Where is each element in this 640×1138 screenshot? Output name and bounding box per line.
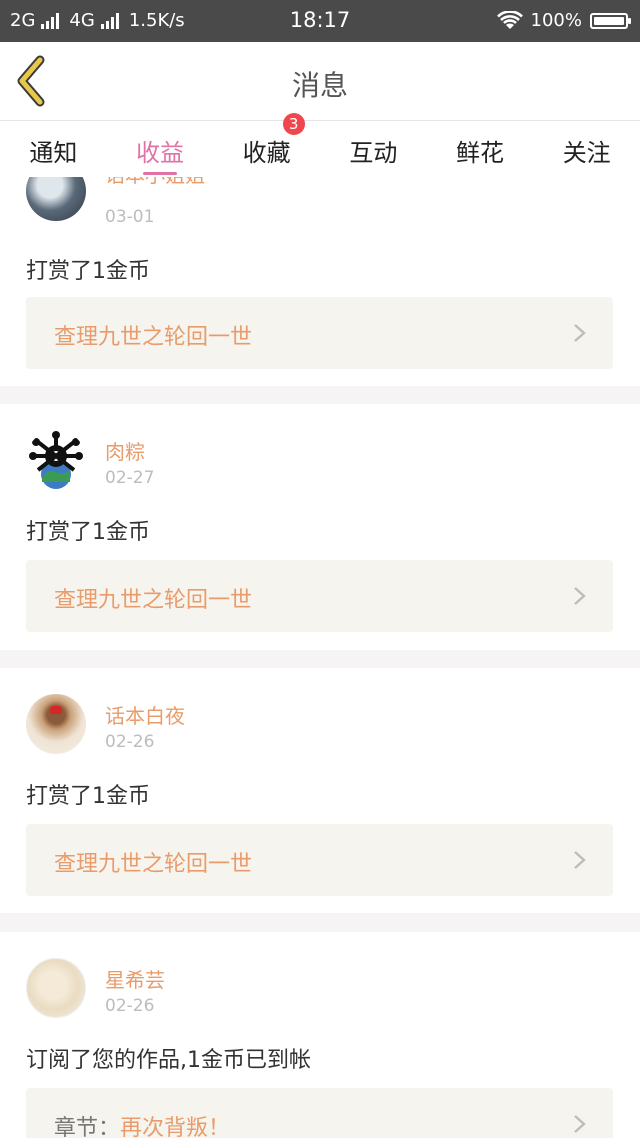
work-title: 查理九世之轮回一世 bbox=[54, 325, 253, 350]
work-link[interactable]: 查理九世之轮回一世 bbox=[26, 560, 613, 632]
battery-icon bbox=[590, 12, 631, 29]
list-item: 话本白夜 02-26 打赏了1金币 查理九世之轮回一世 bbox=[0, 668, 640, 913]
avatar[interactable] bbox=[26, 958, 86, 1018]
sender-name[interactable]: 话本小姐姐 bbox=[105, 177, 205, 188]
tab-label: 收益 bbox=[136, 139, 184, 167]
avatar-image bbox=[29, 431, 83, 489]
message-date: 03-01 bbox=[105, 207, 155, 227]
tab-label: 互动 bbox=[349, 139, 398, 167]
chapter-title: 再次背叛！ bbox=[120, 1116, 231, 1138]
avatar[interactable] bbox=[26, 430, 86, 490]
chevron-right-icon bbox=[574, 1115, 586, 1133]
chapter-info: 章节：再次背叛！ bbox=[54, 1110, 230, 1138]
message-text: 订阅了您的作品,1金币已到帐 bbox=[26, 1048, 311, 1073]
tab-favorites[interactable]: 收藏 3 bbox=[213, 113, 320, 177]
battery-percent: 100% bbox=[530, 10, 582, 31]
message-text: 打赏了1金币 bbox=[26, 259, 150, 284]
active-tab-indicator bbox=[143, 172, 177, 175]
page-title: 消息 bbox=[291, 69, 348, 102]
work-link[interactable]: 查理九世之轮回一世 bbox=[26, 297, 613, 369]
tab-bar: 通知 收益 收藏 3 互动 鲜花 关注 bbox=[0, 113, 640, 177]
chapter-link[interactable]: 章节：再次背叛！ bbox=[26, 1088, 613, 1138]
status-right: 100% bbox=[496, 10, 631, 31]
avatar[interactable] bbox=[26, 694, 86, 754]
nav-header: 消息 bbox=[0, 42, 640, 121]
sender-name[interactable]: 肉粽 bbox=[105, 436, 145, 465]
message-list[interactable]: 话本小姐姐 03-01 打赏了1金币 查理九世之轮回一世 肉粽 02-27 打赏… bbox=[0, 177, 640, 1138]
tab-label: 鲜花 bbox=[456, 139, 505, 167]
sender-name[interactable]: 话本白夜 bbox=[105, 700, 185, 729]
work-title: 查理九世之轮回一世 bbox=[54, 852, 253, 877]
list-item: 话本小姐姐 03-01 打赏了1金币 查理九世之轮回一世 bbox=[0, 177, 640, 386]
tab-interactions[interactable]: 互动 bbox=[320, 121, 427, 177]
sender-name[interactable]: 星希芸 bbox=[105, 964, 165, 993]
status-bar: 2G 4G 1.5K/s 18:17 100% bbox=[0, 0, 640, 42]
tab-label: 收藏 bbox=[242, 139, 291, 167]
tab-follows[interactable]: 关注 bbox=[533, 121, 640, 177]
tab-label: 关注 bbox=[562, 139, 611, 167]
wifi-icon bbox=[496, 10, 523, 29]
bow-icon bbox=[50, 706, 62, 714]
chapter-label: 章节： bbox=[54, 1116, 121, 1138]
unread-badge: 3 bbox=[282, 113, 305, 135]
avatar[interactable] bbox=[26, 177, 86, 221]
tab-notifications[interactable]: 通知 bbox=[0, 121, 107, 177]
work-title: 查理九世之轮回一世 bbox=[54, 588, 253, 613]
tab-flowers[interactable]: 鲜花 bbox=[427, 121, 534, 177]
list-item: 星希芸 02-26 订阅了您的作品,1金币已到帐 章节：再次背叛！ bbox=[0, 932, 640, 1138]
work-link[interactable]: 查理九世之轮回一世 bbox=[26, 824, 613, 896]
message-text: 打赏了1金币 bbox=[26, 784, 150, 809]
message-text: 打赏了1金币 bbox=[26, 520, 150, 545]
message-date: 02-26 bbox=[105, 732, 155, 752]
list-item: 肉粽 02-27 打赏了1金币 查理九世之轮回一世 bbox=[0, 404, 640, 650]
tab-label: 通知 bbox=[29, 139, 78, 167]
tab-earnings[interactable]: 收益 bbox=[107, 121, 214, 177]
message-date: 02-26 bbox=[105, 996, 155, 1016]
chevron-right-icon bbox=[574, 324, 586, 342]
chevron-right-icon bbox=[574, 851, 586, 869]
message-date: 02-27 bbox=[105, 468, 155, 488]
chevron-right-icon bbox=[574, 587, 586, 605]
